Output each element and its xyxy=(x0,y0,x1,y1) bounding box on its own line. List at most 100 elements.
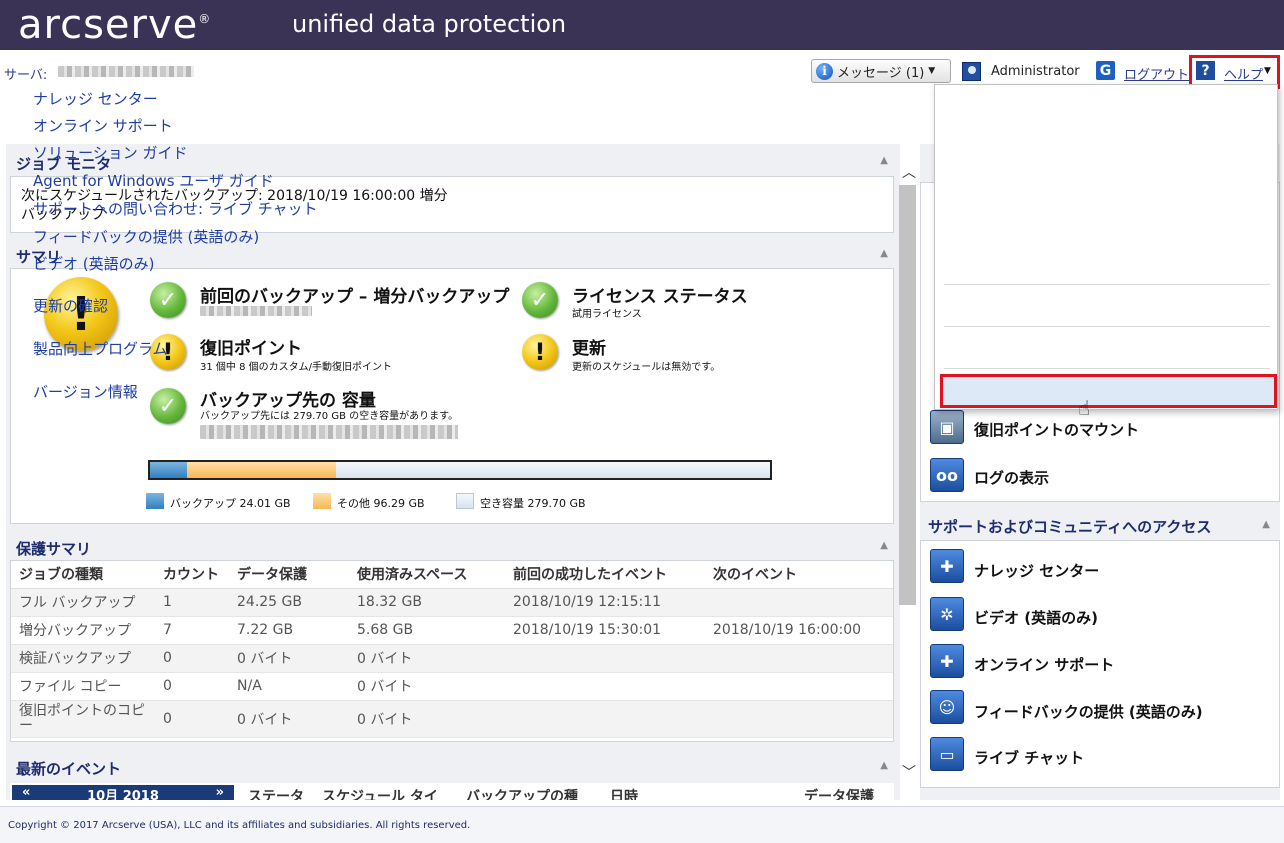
table-cell: 0 バイト xyxy=(349,644,505,673)
menu-divider xyxy=(944,368,1270,369)
version-highlight-frame xyxy=(940,374,1277,408)
legend-swatch-backup xyxy=(146,493,164,509)
chevron-down-icon: ▼ xyxy=(928,66,936,76)
next-month-icon[interactable]: » xyxy=(216,785,224,800)
scroll-down-icon[interactable]: ﹀ xyxy=(902,762,916,782)
live-chat-icon[interactable]: ▭ xyxy=(930,737,964,771)
column-header[interactable]: 前回の成功したイベント xyxy=(505,561,705,589)
protection-summary-header[interactable]: 保護サマリ ▲ xyxy=(8,531,896,561)
destination-path-redacted xyxy=(200,425,458,439)
knowledge-center-icon[interactable]: ✚ xyxy=(930,549,964,583)
logout-icon[interactable]: G xyxy=(1096,61,1115,80)
storage-usage-bar xyxy=(148,460,772,480)
column-header[interactable]: ジョブの種類 xyxy=(11,561,155,589)
events-column-datetime[interactable]: 日時 xyxy=(610,786,638,800)
menu-item-live-chat[interactable]: サポートへの問い合わせ: ライブ チャット xyxy=(33,198,317,219)
table-cell xyxy=(505,644,705,673)
view-logs-link[interactable]: ログの表示 xyxy=(974,467,1049,488)
storage-bar-backup xyxy=(150,462,187,478)
last-backup-title: 前回のバックアップ – 増分バックアップ xyxy=(200,287,510,307)
messages-button[interactable]: i メッセージ (1) ▼ xyxy=(811,59,951,83)
recent-events-header[interactable]: 最新のイベント ▲ xyxy=(8,751,896,781)
table-cell: 0 xyxy=(155,700,229,738)
table-cell xyxy=(705,644,893,673)
table-cell: 検証バックアップ xyxy=(11,644,155,673)
mount-drive-icon[interactable]: ▣ xyxy=(930,410,964,444)
menu-item-version-info[interactable]: バージョン情報 xyxy=(33,381,138,402)
table-header-row: ジョブの種類 カウント データ保護 使用済みスペース 前回の成功したイベント 次… xyxy=(11,561,893,589)
updates-title[interactable]: 更新 xyxy=(572,334,606,359)
support-header[interactable]: サポートおよびコミュニティへのアクセス ▲ xyxy=(920,510,1280,540)
online-support-icon[interactable]: ✚ xyxy=(930,644,964,678)
help-dropdown-menu xyxy=(934,84,1278,410)
menu-item-video[interactable]: ビデオ (英語のみ) xyxy=(33,253,154,274)
admin-username: Administrator xyxy=(991,64,1080,79)
table-cell: 0 バイト xyxy=(349,700,505,738)
legend-other: その他 96.29 GB xyxy=(337,497,425,510)
collapse-icon[interactable]: ▲ xyxy=(880,540,888,551)
protection-summary-table: ジョブの種類 カウント データ保護 使用済みスペース 前回の成功したイベント 次… xyxy=(11,561,893,738)
table-cell: ファイル コピー xyxy=(11,672,155,701)
events-column-status[interactable]: ステータ xyxy=(248,786,304,800)
legend-free: 空き容量 279.70 GB xyxy=(480,497,586,510)
info-icon: i xyxy=(816,62,833,80)
recent-events-box: « 10月 2018 » ステータ スケジュール タイ バックアップの種 日時 … xyxy=(10,783,894,800)
events-column-schedule-type[interactable]: スケジュール タイ xyxy=(322,786,438,800)
view-logs-icon[interactable]: oo xyxy=(930,458,964,492)
menu-item-feedback[interactable]: フィードバックの提供 (英語のみ) xyxy=(33,226,259,247)
events-column-data-protected[interactable]: データ保護 xyxy=(804,786,874,800)
table-cell: 0 xyxy=(155,644,229,673)
menu-divider xyxy=(944,326,1270,327)
mount-recovery-point-link[interactable]: 復旧ポイントのマウント xyxy=(974,419,1139,440)
support-feedback[interactable]: フィードバックの提供 (英語のみ) xyxy=(974,701,1203,722)
table-row: フル バックアップ 1 24.25 GB 18.32 GB 2018/10/19… xyxy=(11,588,893,617)
recovery-points-title[interactable]: 復旧ポイント xyxy=(200,334,302,359)
last-backup-time-redacted xyxy=(200,306,312,316)
destination-capacity-sub: バックアップ先には 279.70 GB の空き容量があります。 xyxy=(200,411,459,422)
scrollbar-thumb[interactable] xyxy=(899,185,916,605)
menu-item-knowledge-center[interactable]: ナレッジ センター xyxy=(33,88,158,109)
updates-sub: 更新のスケジュールは無効です。 xyxy=(572,362,721,373)
success-check-icon: ✓ xyxy=(150,388,186,424)
column-header[interactable]: 次のイベント xyxy=(705,561,893,589)
prev-month-icon[interactable]: « xyxy=(22,785,30,800)
table-cell: 2018/10/19 12:15:11 xyxy=(505,588,705,617)
collapse-icon[interactable]: ▲ xyxy=(1262,519,1270,530)
table-cell xyxy=(705,588,893,617)
table-row: 復旧ポイントのコピー 0 0 バイト 0 バイト xyxy=(11,700,893,738)
table-cell: 2018/10/19 16:00:00 xyxy=(705,616,893,645)
support-online[interactable]: オンライン サポート xyxy=(974,654,1114,675)
recent-events-title: 最新のイベント xyxy=(16,760,122,778)
protection-summary-title: 保護サマリ xyxy=(16,540,92,558)
video-reel-icon[interactable]: ✲ xyxy=(930,597,964,631)
support-live-chat[interactable]: ライブ チャット xyxy=(974,747,1084,768)
hand-cursor-icon: ☝ xyxy=(1078,396,1091,420)
feedback-people-icon[interactable]: ☺ xyxy=(930,690,964,724)
menu-divider xyxy=(944,284,1270,285)
collapse-icon[interactable]: ▲ xyxy=(880,248,888,259)
user-icon xyxy=(962,62,981,81)
menu-item-online-support[interactable]: オンライン サポート xyxy=(33,115,173,136)
events-column-backup-type[interactable]: バックアップの種 xyxy=(466,786,578,800)
storage-bar-other xyxy=(187,462,336,478)
table-cell: 0 xyxy=(155,672,229,701)
column-header[interactable]: データ保護 xyxy=(229,561,349,589)
support-video[interactable]: ビデオ (英語のみ) xyxy=(974,607,1098,628)
support-knowledge-center[interactable]: ナレッジ センター xyxy=(974,560,1099,581)
support-title: サポートおよびコミュニティへのアクセス xyxy=(928,518,1212,536)
collapse-icon[interactable]: ▲ xyxy=(880,155,888,166)
column-header[interactable]: 使用済みスペース xyxy=(349,561,505,589)
table-cell: 7.22 GB xyxy=(229,616,349,645)
table-cell: 復旧ポイントのコピー xyxy=(11,700,155,738)
calendar-header[interactable]: « 10月 2018 » xyxy=(12,785,234,800)
logout-link[interactable]: ログアウト xyxy=(1124,64,1189,83)
menu-item-solution-guide[interactable]: ソリューション ガイド xyxy=(33,142,187,163)
scroll-up-icon[interactable]: ︿ xyxy=(902,162,916,182)
column-header[interactable]: カウント xyxy=(155,561,229,589)
collapse-icon[interactable]: ▲ xyxy=(880,760,888,771)
table-cell: 1 xyxy=(155,588,229,617)
menu-item-agent-user-guide[interactable]: Agent for Windows ユーザ ガイド xyxy=(33,170,274,191)
menu-item-improvement-program[interactable]: 製品向上プログラム xyxy=(33,338,168,359)
arcserve-logo: arcserve® xyxy=(18,2,212,48)
menu-item-check-updates[interactable]: 更新の確認 xyxy=(33,295,108,316)
